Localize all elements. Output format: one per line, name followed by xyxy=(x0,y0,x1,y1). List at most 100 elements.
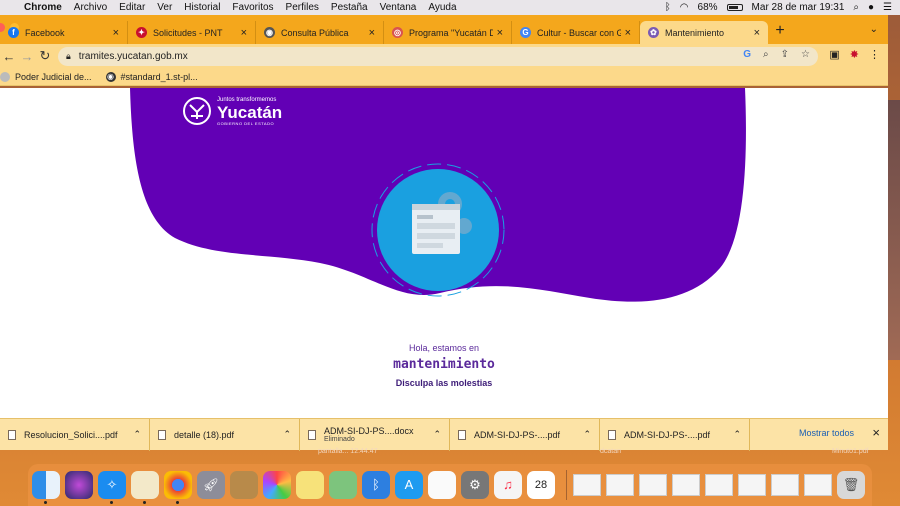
menu-ver[interactable]: Ver xyxy=(157,2,172,13)
tab-search-chevron-icon[interactable]: ⌄ xyxy=(870,24,878,35)
minimized-window-thumbnail[interactable] xyxy=(606,474,634,496)
menu-pestana[interactable]: Pestaña xyxy=(331,2,368,13)
bluetooth-icon[interactable]: ᛒ xyxy=(665,2,671,13)
safari-icon[interactable]: ✧ xyxy=(98,471,126,504)
system-preferences-icon[interactable]: ⚙ xyxy=(461,471,489,499)
chevron-up-icon[interactable]: ⌃ xyxy=(283,429,291,440)
download-item[interactable]: detalle (18).pdf ⌃ xyxy=(150,418,300,451)
show-all-downloads-link[interactable]: Mostrar todos xyxy=(799,428,854,438)
preview-icon[interactable] xyxy=(131,471,159,504)
menu-ventana[interactable]: Ventana xyxy=(380,2,417,13)
minimized-window-thumbnail[interactable] xyxy=(672,474,700,496)
close-tab-icon[interactable]: × xyxy=(625,27,631,39)
menu-ayuda[interactable]: Ayuda xyxy=(428,2,456,13)
reminders-icon[interactable] xyxy=(428,471,456,499)
close-tab-icon[interactable]: × xyxy=(497,27,503,39)
reload-icon[interactable]: ↻ xyxy=(36,48,54,64)
app-store-icon[interactable]: A xyxy=(395,471,423,499)
menu-favoritos[interactable]: Favoritos xyxy=(232,2,273,13)
tab-solicitudes-pnt[interactable]: ✦ Solicitudes - PNT × xyxy=(128,21,256,44)
yucatan-logo[interactable]: Juntos transformemos Yucatán GOBIERNO DE… xyxy=(182,96,282,126)
browser-toolbar: ← → ↻ 🔒︎ tramites.yucatan.gob.mx G ⌕ ⇪ ☆… xyxy=(0,44,888,68)
forward-arrow-icon[interactable]: → xyxy=(18,49,36,64)
minimized-window-thumbnail[interactable] xyxy=(573,474,601,496)
back-arrow-icon[interactable]: ← xyxy=(0,49,18,64)
close-tab-icon[interactable]: × xyxy=(754,27,760,39)
close-tab-icon[interactable]: × xyxy=(369,27,375,39)
lock-icon[interactable]: 🔒︎ xyxy=(66,51,71,62)
menu-archivo[interactable]: Archivo xyxy=(74,2,107,13)
notes-icon[interactable] xyxy=(296,471,324,499)
url-text[interactable]: tramites.yucatan.gob.mx xyxy=(79,51,188,62)
profile-avatar-icon[interactable]: ✸ xyxy=(850,48,859,61)
share-icon[interactable]: ⇪ xyxy=(781,49,789,60)
minimized-window-thumbnail[interactable] xyxy=(738,474,766,496)
pdf-file-icon xyxy=(158,429,166,440)
close-tab-icon[interactable]: × xyxy=(241,27,247,39)
address-bar[interactable]: 🔒︎ tramites.yucatan.gob.mx G ⌕ ⇪ ☆ xyxy=(58,47,818,66)
calendar-icon[interactable]: 28 xyxy=(527,471,555,499)
siri-icon[interactable] xyxy=(65,471,93,499)
download-item[interactable]: ADM-SI-DJ-PS....docx Eliminado ⌃ xyxy=(300,418,450,451)
control-center-icon[interactable]: ☰ xyxy=(883,2,892,13)
minimized-window-thumbnail[interactable] xyxy=(705,474,733,496)
tab-title: Programa "Yucatán Dig... xyxy=(409,27,493,38)
docx-file-icon xyxy=(308,429,316,440)
desktop-file-labels: pantalla... 12.44.47 dcatan Minuto1.pdf xyxy=(0,448,900,460)
desktop-file-label[interactable]: Minuto1.pdf xyxy=(832,448,869,455)
tab-facebook[interactable]: f Facebook × xyxy=(0,21,128,44)
new-tab-button[interactable]: + xyxy=(768,21,792,44)
bookmark-label: Poder Judicial de... xyxy=(15,71,92,82)
trash-icon[interactable]: 🗑︎ xyxy=(837,471,865,499)
menu-perfiles[interactable]: Perfiles xyxy=(286,2,319,13)
photos-icon[interactable] xyxy=(263,471,291,499)
chevron-up-icon[interactable]: ⌃ xyxy=(433,429,441,440)
wifi-icon[interactable]: ◠ xyxy=(680,2,689,13)
music-icon[interactable]: ♫ xyxy=(494,471,522,499)
menu-app-name[interactable]: Chrome xyxy=(24,2,62,13)
menu-editar[interactable]: Editar xyxy=(119,2,145,13)
minimized-window-thumbnail[interactable] xyxy=(771,474,799,496)
bookmark-star-icon[interactable]: ☆ xyxy=(801,49,810,60)
bookmarks-bar: Poder Judicial de... ◉ #standard_1.st-pl… xyxy=(0,68,888,86)
download-item[interactable]: ADM-SI-DJ-PS-....pdf ⌃ xyxy=(450,418,600,451)
tab-programa-yucatan[interactable]: ◎ Programa "Yucatán Dig... × xyxy=(384,21,512,44)
zoom-icon[interactable]: ⌕ xyxy=(763,49,769,60)
desktop-file-label[interactable]: pantalla... 12.44.47 xyxy=(318,448,378,455)
tab-mantenimiento[interactable]: ✿ Mantenimiento × xyxy=(640,21,768,44)
tab-consulta-publica[interactable]: ◉ Consulta Pública × xyxy=(256,21,384,44)
chevron-up-icon[interactable]: ⌃ xyxy=(133,429,141,440)
launchpad-icon[interactable]: 🚀︎ xyxy=(197,471,225,499)
tab-title: Facebook xyxy=(25,27,65,38)
desktop-file-label[interactable]: dcatan xyxy=(600,448,621,455)
google-favicon-icon: G xyxy=(520,27,531,38)
menu-historial[interactable]: Historial xyxy=(184,2,220,13)
maps-icon[interactable] xyxy=(329,471,357,499)
user-avatar-icon[interactable]: ● xyxy=(868,2,874,13)
spotlight-search-icon[interactable]: ⌕ xyxy=(853,2,859,13)
chevron-up-icon[interactable]: ⌃ xyxy=(733,429,741,440)
chrome-menu-icon[interactable]: ⋮ xyxy=(869,48,880,61)
archive-utility-icon[interactable] xyxy=(230,471,258,499)
desktop-background-edge xyxy=(888,100,900,360)
chrome-window: f Facebook × ✦ Solicitudes - PNT × ◉ Con… xyxy=(0,15,888,453)
minimized-window-thumbnail[interactable] xyxy=(639,474,667,496)
bookmark-poder-judicial[interactable]: Poder Judicial de... xyxy=(0,71,92,82)
clock[interactable]: Mar 28 de mar 19:31 xyxy=(752,2,845,13)
close-downloads-bar-icon[interactable]: × xyxy=(872,425,880,440)
chevron-up-icon[interactable]: ⌃ xyxy=(583,429,591,440)
tab-cultur-google[interactable]: G Cultur - Buscar con Go... × xyxy=(512,21,640,44)
status-intro-text: Hola, estamos en xyxy=(408,343,480,353)
chrome-icon[interactable] xyxy=(164,471,192,504)
google-lens-icon[interactable]: G xyxy=(743,49,751,60)
bluetooth-file-exchange-icon[interactable]: ᛒ xyxy=(362,471,390,499)
download-item[interactable]: Resolucion_Solici....pdf ⌃ xyxy=(0,418,150,451)
finder-icon[interactable] xyxy=(32,471,60,504)
battery-icon[interactable] xyxy=(726,4,743,11)
side-panel-icon[interactable]: ▣ xyxy=(829,48,839,61)
download-item[interactable]: ADM-SI-DJ-PS-....pdf ⌃ xyxy=(600,418,750,451)
close-tab-icon[interactable]: × xyxy=(113,27,119,39)
minimized-window-thumbnail[interactable] xyxy=(804,474,832,496)
tab-title: Solicitudes - PNT xyxy=(153,27,223,38)
bookmark-standard[interactable]: ◉ #standard_1.st-pl... xyxy=(105,71,198,82)
